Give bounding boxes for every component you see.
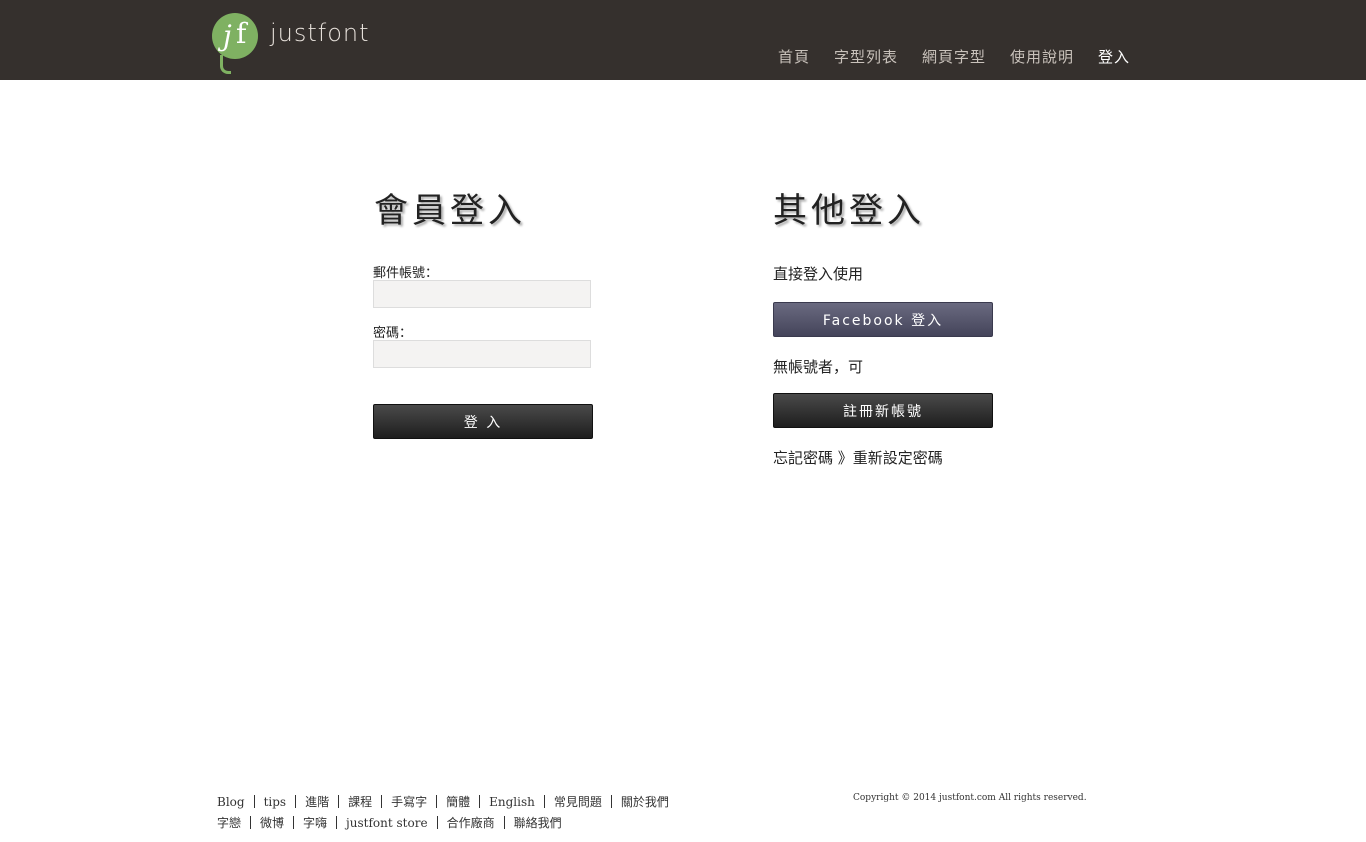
nav-item-home[interactable]: 首頁 [778, 46, 810, 67]
nav-item-font-list[interactable]: 字型列表 [834, 46, 898, 67]
direct-login-text: 直接登入使用 [773, 265, 864, 283]
forgot-password-row: 忘記密碼 》重新設定密碼 [773, 447, 943, 468]
footer-divider [436, 816, 438, 829]
footer-link-simplified[interactable]: 簡體 [446, 795, 470, 809]
login-submit-button[interactable]: 登 入 [373, 404, 593, 439]
footer-divider [610, 795, 612, 808]
justfont-logo[interactable]: jf justfont [212, 13, 372, 74]
logo-text: justfont [270, 19, 370, 47]
footer-link-handwriting[interactable]: 手寫字 [391, 795, 427, 809]
footer-link-blog[interactable]: Blog [217, 795, 245, 809]
logo-tail-icon [220, 55, 231, 74]
logo-mark-icon: jf [212, 13, 258, 59]
footer-divider [250, 816, 252, 829]
footer-links-row-1: Blog tips 進階 課程 手寫字 簡體 English 常見問題 關於我們 [217, 793, 669, 810]
footer-divider [295, 795, 297, 808]
footer-divider [293, 816, 295, 829]
footer-links-row-2: 字戀 微博 字嗨 justfont store 合作廠商 聯絡我們 [217, 814, 562, 831]
nav-item-login[interactable]: 登入 [1098, 46, 1130, 67]
footer-divider [381, 795, 383, 808]
member-login-title: 會員登入 [374, 191, 526, 231]
footer-link-weibo[interactable]: 微博 [260, 816, 284, 830]
register-button[interactable]: 註冊新帳號 [773, 393, 993, 428]
footer-link-zihai[interactable]: 字嗨 [303, 816, 327, 830]
other-login-title: 其他登入 [773, 191, 925, 231]
password-input[interactable] [373, 340, 591, 368]
nav-item-web-fonts[interactable]: 網頁字型 [922, 46, 986, 67]
copyright-text: Copyright © 2014 justfont.com All rights… [853, 793, 1087, 803]
footer-link-store[interactable]: justfont store [346, 816, 428, 830]
footer-link-zilian[interactable]: 字戀 [217, 816, 241, 830]
facebook-login-button[interactable]: Facebook 登入 [773, 302, 993, 337]
footer-divider [543, 795, 545, 808]
footer-link-courses[interactable]: 課程 [348, 795, 372, 809]
footer-divider [338, 795, 340, 808]
footer-link-advanced[interactable]: 進階 [305, 795, 329, 809]
footer-divider [479, 795, 481, 808]
email-label: 郵件帳號： [373, 266, 439, 281]
top-navigation-bar: jf justfont 首頁 字型列表 網頁字型 使用說明 登入 [0, 0, 1366, 80]
footer-divider [436, 795, 438, 808]
password-label: 密碼： [373, 326, 413, 341]
forgot-password-text: 忘記密碼 》 [773, 449, 853, 467]
footer-divider [503, 816, 505, 829]
email-input[interactable] [373, 280, 591, 308]
footer-link-english[interactable]: English [489, 795, 535, 809]
footer-link-tips[interactable]: tips [264, 795, 287, 809]
footer-link-contact[interactable]: 聯絡我們 [514, 816, 562, 830]
reset-password-link[interactable]: 重新設定密碼 [853, 449, 943, 467]
nav-item-instructions[interactable]: 使用說明 [1010, 46, 1074, 67]
footer-link-partners[interactable]: 合作廠商 [447, 816, 495, 830]
footer-link-about[interactable]: 關於我們 [621, 795, 669, 809]
no-account-text: 無帳號者，可 [773, 358, 864, 376]
footer-divider [253, 795, 255, 808]
footer-divider [336, 816, 338, 829]
footer-link-faq[interactable]: 常見問題 [554, 795, 602, 809]
